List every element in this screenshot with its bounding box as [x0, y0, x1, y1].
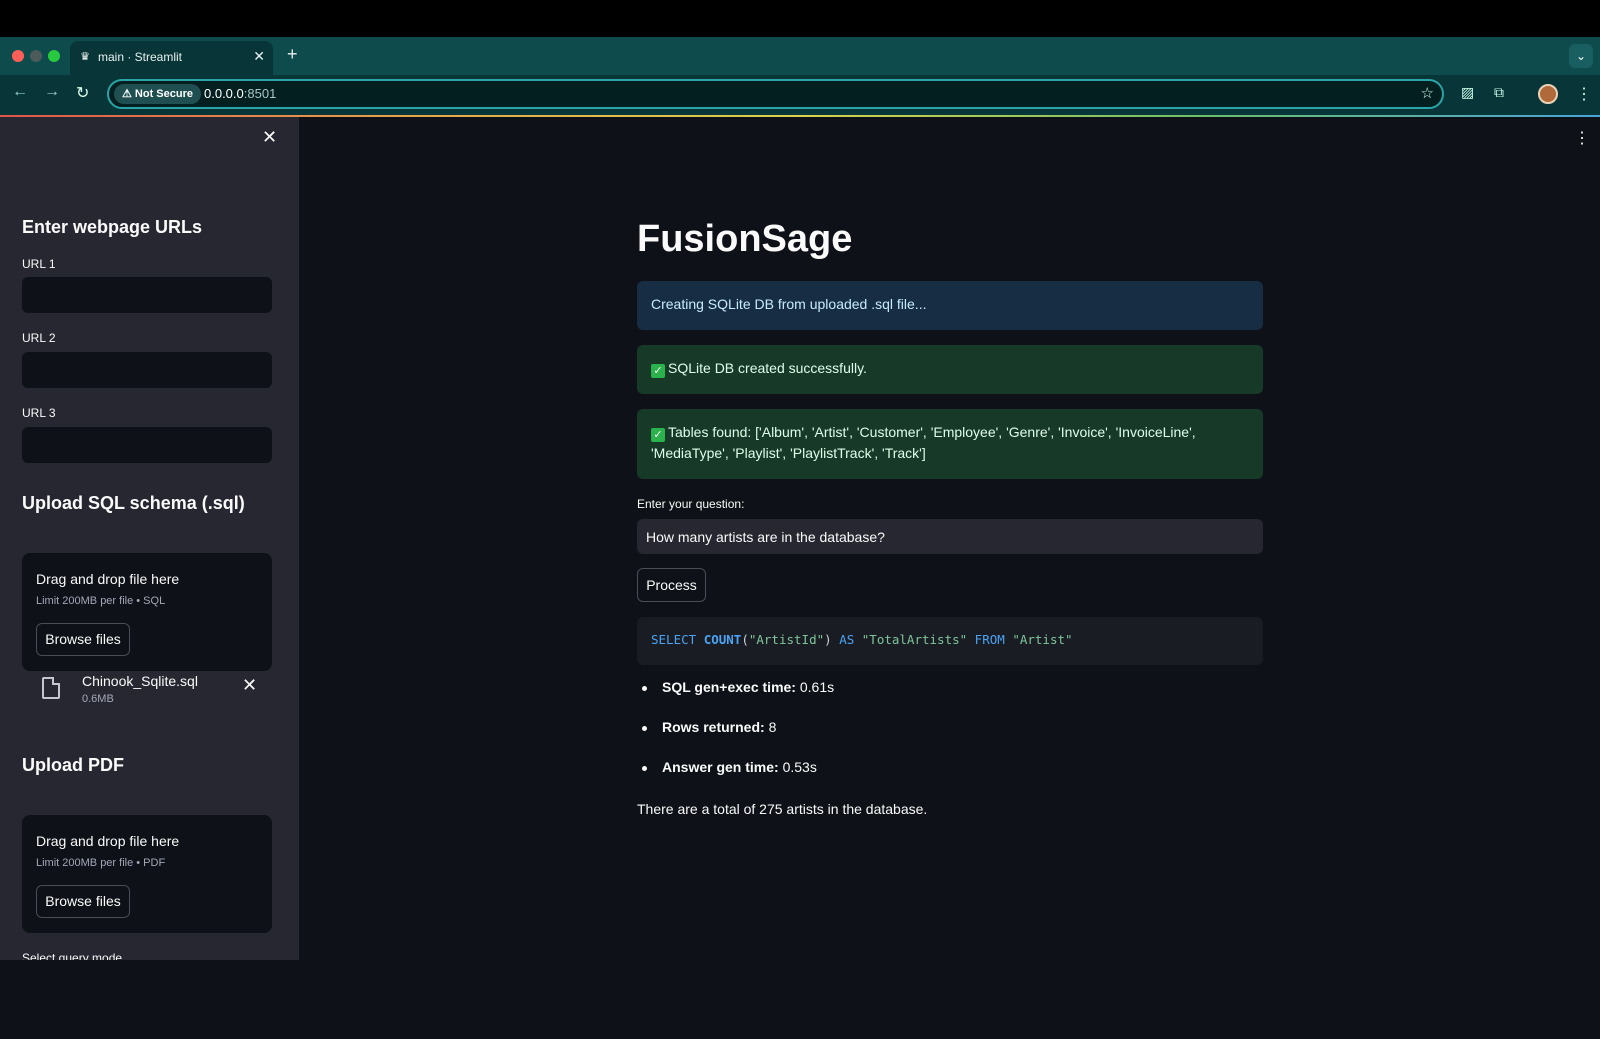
streamlit-favicon-icon: ♛: [80, 51, 90, 63]
sql-code-block: SELECT COUNT("ArtistId") AS "TotalArtist…: [637, 617, 1263, 665]
url-port: :8501: [243, 86, 277, 101]
sql-alias: "TotalArtists": [861, 632, 968, 647]
sql-keyword: FROM: [974, 632, 1005, 647]
back-arrow-icon[interactable]: ←: [12, 83, 28, 101]
url-2-label: URL 2: [22, 331, 56, 345]
query-mode-label: Select query mode: [22, 951, 123, 960]
extension-icon[interactable]: ▨: [1461, 84, 1474, 101]
sql-dropzone-limit: Limit 200MB per file • SQL: [36, 595, 166, 607]
window-maximize-button[interactable]: [48, 50, 60, 62]
check-icon: ✓: [651, 364, 665, 378]
extensions-puzzle-icon[interactable]: ⧉: [1494, 84, 1504, 101]
window-close-button[interactable]: [12, 50, 24, 62]
window-minimize-button[interactable]: [30, 50, 42, 62]
url-1-label: URL 1: [22, 257, 56, 271]
url-host: 0.0.0.0: [204, 86, 244, 101]
tab-close-icon[interactable]: ✕: [253, 48, 265, 65]
new-tab-icon[interactable]: +: [287, 44, 298, 65]
sql-browse-files-button[interactable]: Browse files: [36, 623, 130, 656]
screen: ♛ main · Streamlit ✕ + ⌄ ← → ↻ ⚠ Not Sec…: [0, 0, 1600, 1039]
url-1-input[interactable]: [22, 277, 272, 313]
url-3-input[interactable]: [22, 427, 272, 463]
question-input[interactable]: [637, 519, 1263, 554]
question-label: Enter your question:: [637, 497, 745, 511]
uploaded-file-item: Chinook_Sqlite.sql 0.6MB ✕: [22, 673, 272, 713]
not-secure-label: Not Secure: [134, 88, 193, 100]
not-secure-badge[interactable]: ⚠ Not Secure: [114, 84, 201, 104]
answer-text: There are a total of 275 artists in the …: [637, 801, 928, 817]
pdf-dropzone-limit: Limit 200MB per file • PDF: [36, 857, 166, 869]
browser-tab[interactable]: ♛ main · Streamlit ✕: [70, 41, 273, 75]
info-alert-text: Creating SQLite DB from uploaded .sql fi…: [651, 296, 927, 312]
sql-keyword: SELECT: [651, 632, 697, 647]
success-alert-db-text: SQLite DB created successfully.: [668, 360, 867, 376]
stat-label: SQL gen+exec time:: [662, 679, 796, 695]
url-2-input[interactable]: [22, 352, 272, 388]
url-text[interactable]: 0.0.0.0:8501: [204, 86, 276, 101]
pdf-browse-files-button[interactable]: Browse files: [36, 885, 130, 918]
browser-menu-icon[interactable]: ⋮: [1576, 84, 1592, 104]
address-bar[interactable]: ⚠ Not Secure 0.0.0.0:8501 ☆: [107, 79, 1444, 109]
stat-value: 0.61s: [799, 679, 835, 695]
sql-upload-heading: Upload SQL schema (.sql): [22, 493, 245, 513]
urls-heading: Enter webpage URLs: [22, 217, 203, 237]
page-title: FusionSage: [637, 218, 853, 260]
url-3-label: URL 3: [22, 406, 56, 420]
pdf-file-dropzone[interactable]: Drag and drop file here Limit 200MB per …: [22, 815, 272, 933]
warning-icon: ⚠: [122, 88, 135, 100]
pdf-dropzone-title: Drag and drop file here: [36, 833, 180, 849]
profile-avatar[interactable]: [1538, 84, 1558, 104]
app-menu-icon[interactable]: ⋮: [1574, 128, 1590, 148]
process-button[interactable]: Process: [637, 568, 706, 602]
tab-title: main · Streamlit: [98, 50, 183, 64]
success-alert-db: ✓ SQLite DB created successfully.: [637, 345, 1263, 394]
stat-item: Answer gen time: 0.53s: [642, 759, 817, 775]
sql-column: "ArtistId": [748, 632, 825, 647]
tab-search-chevron-icon[interactable]: ⌄: [1569, 44, 1593, 68]
sql-file-dropzone[interactable]: Drag and drop file here Limit 200MB per …: [22, 553, 272, 671]
stat-item: Rows returned: 8: [641, 719, 777, 735]
sql-dropzone-title: Drag and drop file here: [36, 571, 180, 587]
remove-file-icon[interactable]: ✕: [242, 675, 257, 696]
uploaded-file-size: 0.6MB: [82, 693, 114, 705]
uploaded-file-name: Chinook_Sqlite.sql: [82, 673, 198, 689]
success-alert-tables-text: Tables found: ['Album', 'Artist', 'Custo…: [651, 424, 1196, 461]
file-icon: [42, 677, 60, 699]
check-icon: ✓: [651, 428, 665, 442]
stat-label: Answer gen time:: [662, 759, 779, 775]
sql-keyword: AS: [839, 632, 855, 647]
reload-icon[interactable]: ↻: [76, 83, 89, 103]
sidebar: ✕ Enter webpage URLs URL 1 URL 2 URL 3 U…: [0, 117, 299, 960]
app-bottom-area: [0, 960, 1600, 1039]
bookmark-star-icon[interactable]: ☆: [1421, 84, 1434, 102]
pdf-upload-heading: Upload PDF: [22, 755, 124, 775]
sql-function: COUNT: [703, 632, 742, 647]
success-alert-tables: ✓ Tables found: ['Album', 'Artist', 'Cust…: [637, 409, 1263, 479]
forward-arrow-icon[interactable]: →: [44, 83, 60, 101]
sql-table: "Artist": [1012, 632, 1073, 647]
stat-value: 8: [768, 719, 777, 735]
stat-label: Rows returned:: [662, 719, 765, 735]
sidebar-close-icon[interactable]: ✕: [262, 127, 277, 148]
stat-value: 0.53s: [782, 759, 817, 775]
stat-item: SQL gen+exec time: 0.61s: [641, 679, 835, 695]
info-alert: Creating SQLite DB from uploaded .sql fi…: [637, 281, 1263, 330]
